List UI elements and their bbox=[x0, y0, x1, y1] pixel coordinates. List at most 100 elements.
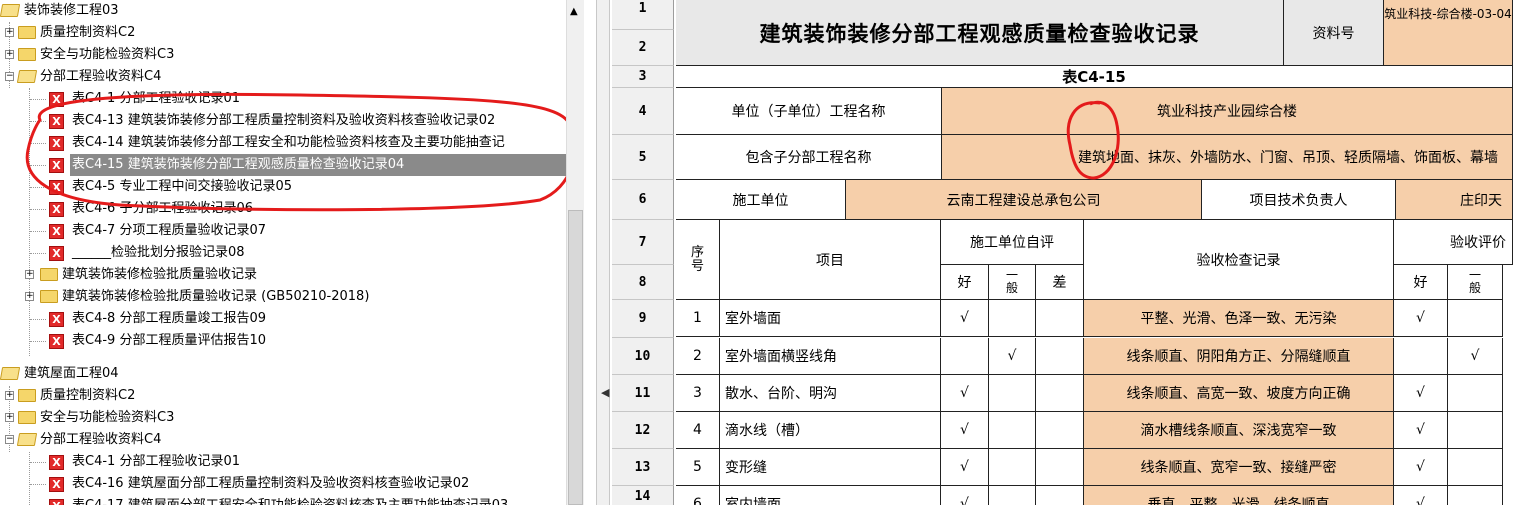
cell-record[interactable]: 垂直、平整、光滑、线条顺直 bbox=[1084, 486, 1394, 505]
cell-self-normal[interactable] bbox=[989, 449, 1036, 486]
row-header[interactable]: 6 bbox=[612, 180, 674, 220]
tree-item-roofing[interactable]: 建筑屋面工程04 bbox=[0, 363, 560, 385]
row-header[interactable]: 4 bbox=[612, 88, 674, 135]
cell-self-normal[interactable] bbox=[989, 486, 1036, 505]
tree-item-doc[interactable]: X 表C4-1 分部工程验收记录01 bbox=[0, 451, 560, 473]
cell-accept-good[interactable]: √ bbox=[1394, 449, 1448, 486]
col-header-self-eval[interactable]: 施工单位自评 bbox=[941, 220, 1084, 265]
collapse-icon[interactable]: − bbox=[5, 435, 14, 444]
doc-no-label[interactable]: 资料号 bbox=[1284, 0, 1384, 66]
pane-splitter[interactable]: ◀ bbox=[596, 0, 610, 505]
tree-item-doc[interactable]: X 表C4-16 建筑屋面分部工程质量控制资料及验收资料核查验收记录02 bbox=[0, 473, 560, 495]
expand-icon[interactable]: + bbox=[5, 413, 14, 422]
tree-item-quality-control[interactable]: + 质量控制资料C2 bbox=[0, 22, 560, 44]
collapse-left-icon[interactable]: ◀ bbox=[601, 386, 609, 399]
col-header-record[interactable]: 验收检查记录 bbox=[1084, 220, 1394, 300]
cell-self-bad[interactable] bbox=[1036, 375, 1084, 412]
tech-lead-label[interactable]: 项目技术负责人 bbox=[1202, 180, 1396, 220]
tree-item-doc[interactable]: X 表C4-6 子分部工程验收记录06 bbox=[0, 198, 560, 220]
cell-accept-good[interactable]: √ bbox=[1394, 375, 1448, 412]
tree-item-folder[interactable]: + 建筑装饰装修检验批质量验收记录 bbox=[0, 264, 560, 286]
tree-item-doc[interactable]: X 表C4-7 分项工程质量验收记录07 bbox=[0, 220, 560, 242]
tree-item-doc[interactable]: X ______检验批划分报验记录08 bbox=[0, 242, 560, 264]
cell-self-bad[interactable] bbox=[1036, 412, 1084, 449]
row-header[interactable]: 3 bbox=[612, 66, 674, 88]
tree-item-quality-control[interactable]: + 质量控制资料C2 bbox=[0, 385, 560, 407]
row-header[interactable]: 5 bbox=[612, 135, 674, 180]
table-number[interactable]: 表C4-15 bbox=[676, 66, 1513, 88]
expand-icon[interactable]: + bbox=[5, 391, 14, 400]
expand-icon[interactable]: + bbox=[5, 50, 14, 59]
cell-record[interactable]: 线条顺直、高宽一致、坡度方向正确 bbox=[1084, 375, 1394, 412]
cell-accept-good[interactable]: √ bbox=[1394, 486, 1448, 505]
contractor-value[interactable]: 云南工程建设总承包公司 bbox=[846, 180, 1202, 220]
cell-self-bad[interactable] bbox=[1036, 486, 1084, 505]
row-header[interactable]: 9 bbox=[612, 300, 674, 338]
project-name-label[interactable]: 单位（子单位）工程名称 bbox=[676, 88, 942, 135]
expand-icon[interactable]: + bbox=[5, 28, 14, 37]
cell-self-good[interactable] bbox=[941, 338, 989, 375]
cell-item[interactable]: 散水、台阶、明沟 bbox=[720, 375, 941, 412]
cell-seq[interactable]: 2 bbox=[676, 338, 720, 375]
project-name-value[interactable]: 筑业科技产业园综合楼 bbox=[942, 88, 1513, 135]
cell-item[interactable]: 室外墙面 bbox=[720, 300, 941, 337]
tree-item-safety-function[interactable]: + 安全与功能检验资料C3 bbox=[0, 44, 560, 66]
row-header[interactable]: 11 bbox=[612, 375, 674, 412]
tree-item-doc[interactable]: X 表C4-14 建筑装饰装修分部工程安全和功能检验资料核查及主要功能抽查记 bbox=[0, 132, 566, 154]
col-header-bad[interactable]: 差 bbox=[1036, 265, 1084, 300]
sub-projects-value[interactable]: 建筑地面、抹灰、外墙防水、门窗、吊顶、轻质隔墙、饰面板、幕墙 bbox=[942, 135, 1513, 180]
cell-self-good[interactable]: √ bbox=[941, 375, 989, 412]
row-header[interactable]: 14 bbox=[612, 486, 674, 505]
cell-self-good[interactable]: √ bbox=[941, 449, 989, 486]
cell-accept-normal[interactable] bbox=[1448, 412, 1503, 449]
cell-item[interactable]: 室外墙面横竖线角 bbox=[720, 338, 941, 375]
col-header-accept-eval[interactable]: 验收评价 bbox=[1394, 220, 1513, 265]
tree-item-doc[interactable]: X 表C4-9 分部工程质量评估报告10 bbox=[0, 330, 560, 352]
cell-self-bad[interactable] bbox=[1036, 338, 1084, 375]
cell-seq[interactable]: 3 bbox=[676, 375, 720, 412]
cell-accept-good[interactable]: √ bbox=[1394, 300, 1448, 337]
cell-accept-normal[interactable] bbox=[1448, 486, 1503, 505]
row-header[interactable]: 7 bbox=[612, 220, 674, 265]
cell-self-normal[interactable]: √ bbox=[989, 338, 1036, 375]
tree-item-folder[interactable]: + 建筑装饰装修检验批质量验收记录 (GB50210-2018) bbox=[0, 286, 560, 308]
scroll-up-icon[interactable]: ▲ bbox=[570, 6, 578, 17]
row-header[interactable]: 12 bbox=[612, 412, 674, 449]
expand-icon[interactable]: + bbox=[25, 270, 34, 279]
cell-self-normal[interactable] bbox=[989, 375, 1036, 412]
cell-accept-normal[interactable] bbox=[1448, 300, 1503, 337]
col-header-normal[interactable]: 一般 bbox=[989, 265, 1036, 300]
cell-self-normal[interactable] bbox=[989, 300, 1036, 337]
cell-record[interactable]: 滴水槽线条顺直、深浅宽窄一致 bbox=[1084, 412, 1394, 449]
tree-item-doc[interactable]: X 表C4-13 建筑装饰装修分部工程质量控制资料及验收资料核查验收记录02 bbox=[0, 110, 560, 132]
cell-accept-good[interactable]: √ bbox=[1394, 412, 1448, 449]
cell-accept-normal[interactable]: √ bbox=[1448, 338, 1503, 375]
row-header[interactable]: 10 bbox=[612, 338, 674, 375]
tree-item-doc[interactable]: X 表C4-5 专业工程中间交接验收记录05 bbox=[0, 176, 560, 198]
cell-self-normal[interactable] bbox=[989, 412, 1036, 449]
tech-lead-value[interactable]: 庄印天 bbox=[1396, 180, 1513, 220]
cell-item[interactable]: 滴水线（槽） bbox=[720, 412, 941, 449]
col-header-accept-good[interactable]: 好 bbox=[1394, 265, 1448, 300]
cell-self-bad[interactable] bbox=[1036, 300, 1084, 337]
scroll-thumb[interactable] bbox=[568, 210, 583, 505]
col-header-item[interactable]: 项目 bbox=[720, 220, 941, 300]
cell-self-bad[interactable] bbox=[1036, 449, 1084, 486]
doc-no-value[interactable]: 筑业科技-综合楼-03-04 bbox=[1384, 0, 1513, 66]
sub-projects-label[interactable]: 包含子分部工程名称 bbox=[676, 135, 942, 180]
tree-item-acceptance-c4[interactable]: − 分部工程验收资料C4 bbox=[0, 66, 560, 88]
tree-item-doc[interactable]: X 表C4-17 建筑屋面分部工程安全和功能检验资料核查及主要功能抽查记录03 bbox=[0, 495, 560, 505]
cell-self-good[interactable]: √ bbox=[941, 486, 989, 505]
tree-item-doc[interactable]: X 表C4-1 分部工程验收记录01 bbox=[0, 88, 560, 110]
tree-scrollbar[interactable]: ▲ bbox=[566, 0, 584, 505]
cell-record[interactable]: 线条顺直、宽窄一致、接缝严密 bbox=[1084, 449, 1394, 486]
col-header-good[interactable]: 好 bbox=[941, 265, 989, 300]
row-header[interactable]: 2 bbox=[612, 30, 674, 66]
cell-accept-normal[interactable] bbox=[1448, 375, 1503, 412]
cell-record[interactable]: 线条顺直、阴阳角方正、分隔缝顺直 bbox=[1084, 338, 1394, 375]
cell-self-good[interactable]: √ bbox=[941, 412, 989, 449]
cell-accept-normal[interactable] bbox=[1448, 449, 1503, 486]
cell-seq[interactable]: 4 bbox=[676, 412, 720, 449]
col-header-accept-normal[interactable]: 一般 bbox=[1448, 265, 1503, 300]
cell-record[interactable]: 平整、光滑、色泽一致、无污染 bbox=[1084, 300, 1394, 337]
